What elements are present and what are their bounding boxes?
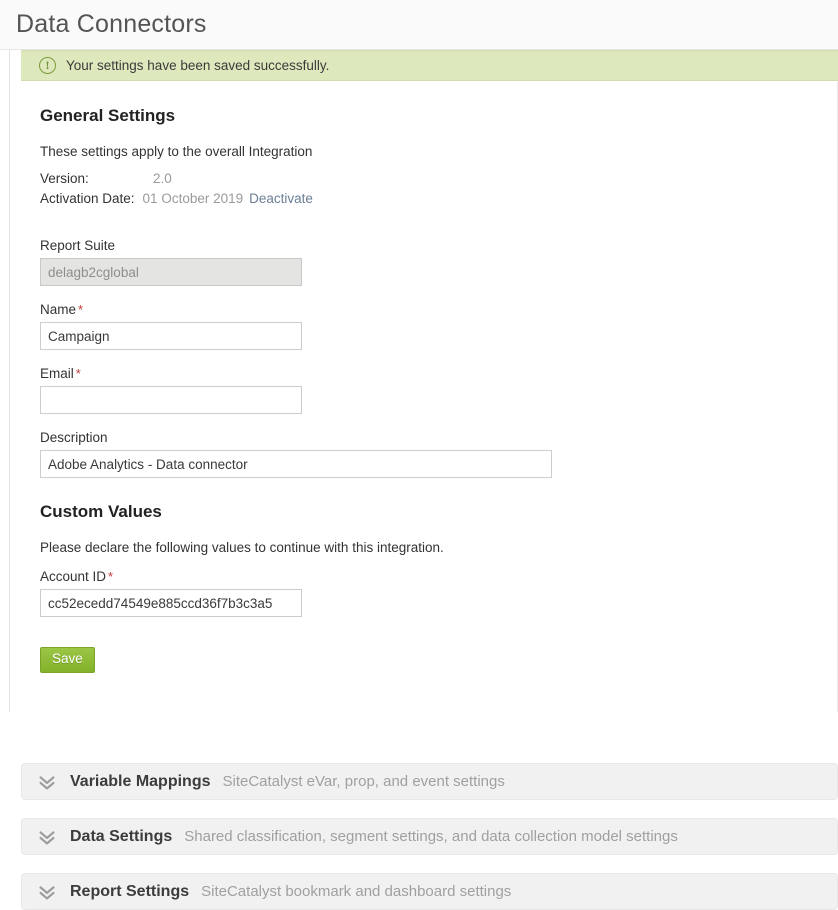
activation-date-value: 01 October 2019 — [143, 191, 244, 206]
custom-values-heading: Custom Values — [40, 502, 817, 522]
accordion-title: Report Settings — [70, 883, 189, 901]
accordion-row-report-settings[interactable]: Report Settings SiteCatalyst bookmark an… — [21, 873, 838, 910]
account-id-input[interactable] — [40, 589, 302, 617]
description-label: Description — [40, 430, 817, 445]
name-input[interactable] — [40, 322, 302, 350]
email-label: Email* — [40, 366, 817, 381]
report-suite-label: Report Suite — [40, 238, 817, 253]
accordion-title: Data Settings — [70, 828, 172, 846]
accordion-title: Variable Mappings — [70, 773, 210, 791]
version-value: 2.0 — [153, 171, 172, 186]
report-suite-input — [40, 258, 302, 286]
field-name: Name* — [40, 302, 817, 350]
page-header: Data Connectors — [0, 0, 838, 50]
field-spacer — [30, 286, 817, 302]
account-id-label-text: Account ID — [40, 569, 106, 584]
chevron-double-down-icon — [36, 826, 58, 848]
field-account-id: Account ID* — [40, 569, 817, 617]
accordion-row-variable-mappings[interactable]: Variable Mappings SiteCatalyst eVar, pro… — [21, 763, 838, 800]
content-region: ! Your settings have been saved successf… — [0, 50, 838, 885]
chevron-double-down-icon — [36, 771, 58, 793]
page-title: Data Connectors — [16, 12, 207, 37]
name-label-text: Name — [40, 302, 76, 317]
notification-message: Your settings have been saved successful… — [66, 58, 329, 73]
exclamation-circle-icon: ! — [39, 57, 56, 74]
settings-form-panel: General Settings These settings apply to… — [10, 82, 838, 712]
report-suite-label-text: Report Suite — [40, 238, 115, 253]
field-email: Email* — [40, 366, 817, 414]
name-label: Name* — [40, 302, 817, 317]
general-settings-heading: General Settings — [40, 106, 817, 126]
save-button[interactable]: Save — [40, 647, 95, 673]
email-required-marker: * — [76, 366, 81, 381]
accordion-subtitle: Shared classification, segment settings,… — [184, 828, 678, 845]
activation-date-label: Activation Date: — [40, 191, 135, 206]
account-id-required-marker: * — [108, 569, 113, 584]
field-report-suite: Report Suite — [40, 238, 817, 286]
accordion-row-data-settings[interactable]: Data Settings Shared classification, seg… — [21, 818, 838, 855]
description-label-text: Description — [40, 430, 108, 445]
custom-values-description: Please declare the following values to c… — [40, 540, 817, 555]
field-spacer — [30, 350, 817, 366]
deactivate-link[interactable]: Deactivate — [249, 191, 313, 206]
account-id-label: Account ID* — [40, 569, 817, 584]
general-settings-description: These settings apply to the overall Inte… — [40, 144, 817, 159]
version-label: Version: — [40, 171, 153, 186]
field-spacer — [30, 414, 817, 430]
email-input[interactable] — [40, 386, 302, 414]
field-description: Description — [40, 430, 817, 478]
name-required-marker: * — [78, 302, 83, 317]
success-notification-banner: ! Your settings have been saved successf… — [21, 50, 838, 81]
email-label-text: Email — [40, 366, 74, 381]
accordion-subtitle: SiteCatalyst bookmark and dashboard sett… — [201, 883, 511, 900]
accordion-subtitle: SiteCatalyst eVar, prop, and event setti… — [222, 773, 504, 790]
accordion-list: Variable Mappings SiteCatalyst eVar, pro… — [21, 763, 838, 885]
meta-row-activation-date: Activation Date: 01 October 2019 Deactiv… — [40, 191, 817, 206]
meta-row-version: Version: 2.0 — [40, 171, 817, 186]
general-settings-meta: Version: 2.0 Activation Date: 01 October… — [40, 171, 817, 206]
description-input[interactable] — [40, 450, 552, 478]
chevron-double-down-icon — [36, 881, 58, 903]
